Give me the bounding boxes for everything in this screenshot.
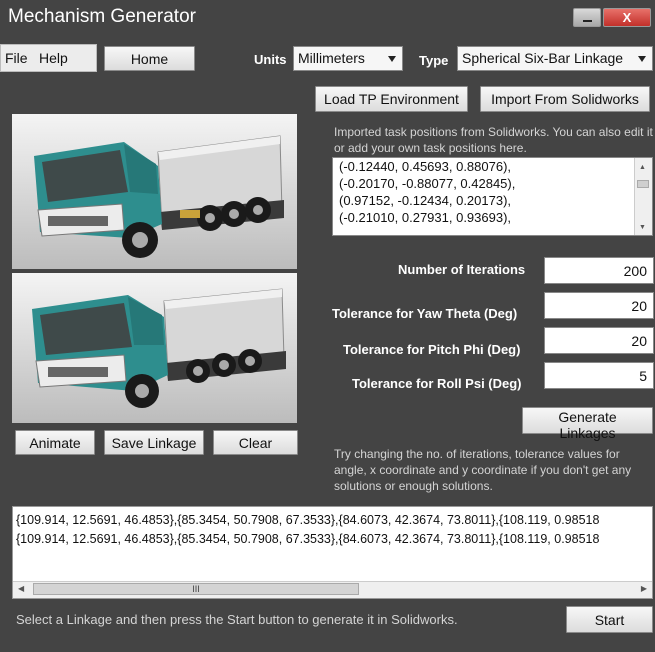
animate-button[interactable]: Animate bbox=[15, 430, 95, 455]
minimize-icon bbox=[583, 20, 592, 22]
save-linkage-button[interactable]: Save Linkage bbox=[104, 430, 204, 455]
scrollbar-thumb[interactable]: III bbox=[33, 583, 359, 595]
task-position-row: (-0.20170, -0.88077, 0.42845), bbox=[339, 176, 516, 191]
result-row[interactable]: {109.914, 12.5691, 46.4853},{85.3454, 50… bbox=[13, 511, 652, 530]
clear-button[interactable]: Clear bbox=[213, 430, 298, 455]
results-list[interactable]: {109.914, 12.5691, 46.4853},{85.3454, 50… bbox=[12, 506, 653, 599]
truck-image-top bbox=[12, 114, 297, 269]
pitch-tolerance-label: Tolerance for Pitch Phi (Deg) bbox=[343, 342, 521, 357]
home-button[interactable]: Home bbox=[104, 46, 195, 71]
import-from-solidworks-button[interactable]: Import From Solidworks bbox=[480, 86, 650, 112]
arrow-left-icon: ◀ bbox=[18, 584, 25, 593]
minimize-button[interactable] bbox=[573, 8, 601, 27]
task-positions-list[interactable]: (-0.12440, 0.45693, 0.88076), (-0.20170,… bbox=[332, 157, 653, 236]
iterations-label: Number of Iterations bbox=[398, 262, 526, 277]
status-text: Select a Linkage and then press the Star… bbox=[16, 612, 458, 627]
arrow-right-icon: ▶ bbox=[640, 584, 647, 593]
task-position-row: (-0.21010, 0.27931, 0.93693), bbox=[339, 210, 512, 225]
menu-help[interactable]: Help bbox=[39, 50, 68, 66]
horizontal-scrollbar[interactable]: ◀ III ▶ bbox=[13, 581, 652, 598]
result-row[interactable]: {109.914, 12.5691, 46.4853},{85.3454, 50… bbox=[13, 530, 652, 549]
start-button[interactable]: Start bbox=[566, 606, 653, 633]
pitch-tolerance-input[interactable]: 20 bbox=[544, 327, 654, 354]
task-position-row: (0.97152, -0.12434, 0.20173), bbox=[339, 193, 512, 208]
truck-image-bottom bbox=[12, 273, 297, 423]
units-select[interactable]: Millimeters bbox=[293, 46, 403, 71]
yaw-tolerance-label: Tolerance for Yaw Theta (Deg) bbox=[332, 306, 518, 321]
hint-text: Try changing the no. of iterations, tole… bbox=[334, 447, 632, 493]
chevron-down-icon bbox=[638, 56, 646, 62]
chevron-down-icon bbox=[388, 56, 396, 62]
scrollbar-thumb[interactable] bbox=[637, 180, 649, 188]
window-title: Mechanism Generator bbox=[8, 6, 196, 27]
arrow-up-icon: ▲ bbox=[639, 164, 646, 171]
roll-tolerance-input[interactable]: 5 bbox=[544, 362, 654, 389]
load-tp-environment-button[interactable]: Load TP Environment bbox=[315, 86, 468, 112]
generate-linkages-button[interactable]: Generate Linkages bbox=[522, 407, 653, 441]
menu-file[interactable]: File bbox=[5, 50, 28, 66]
task-positions-info: Imported task positions from Solidworks.… bbox=[334, 125, 653, 155]
type-label: Type bbox=[419, 53, 449, 68]
task-position-row: (-0.12440, 0.45693, 0.88076), bbox=[339, 159, 512, 174]
units-label: Units bbox=[254, 52, 287, 67]
roll-tolerance-label: Tolerance for Roll Psi (Deg) bbox=[352, 376, 522, 391]
main-window: Mechanism Generator X File Help Home Uni… bbox=[0, 0, 655, 652]
vertical-scrollbar[interactable]: ▲ ▼ bbox=[634, 158, 652, 235]
type-value: Spherical Six-Bar Linkage bbox=[462, 50, 624, 66]
arrow-down-icon: ▼ bbox=[639, 224, 646, 231]
close-button[interactable]: X bbox=[603, 8, 651, 27]
yaw-tolerance-input[interactable]: 20 bbox=[544, 292, 654, 319]
iterations-input[interactable]: 200 bbox=[544, 257, 654, 284]
truck-icon bbox=[34, 135, 284, 258]
type-select[interactable]: Spherical Six-Bar Linkage bbox=[457, 46, 653, 71]
units-value: Millimeters bbox=[298, 50, 365, 66]
truck-icon bbox=[32, 288, 286, 408]
